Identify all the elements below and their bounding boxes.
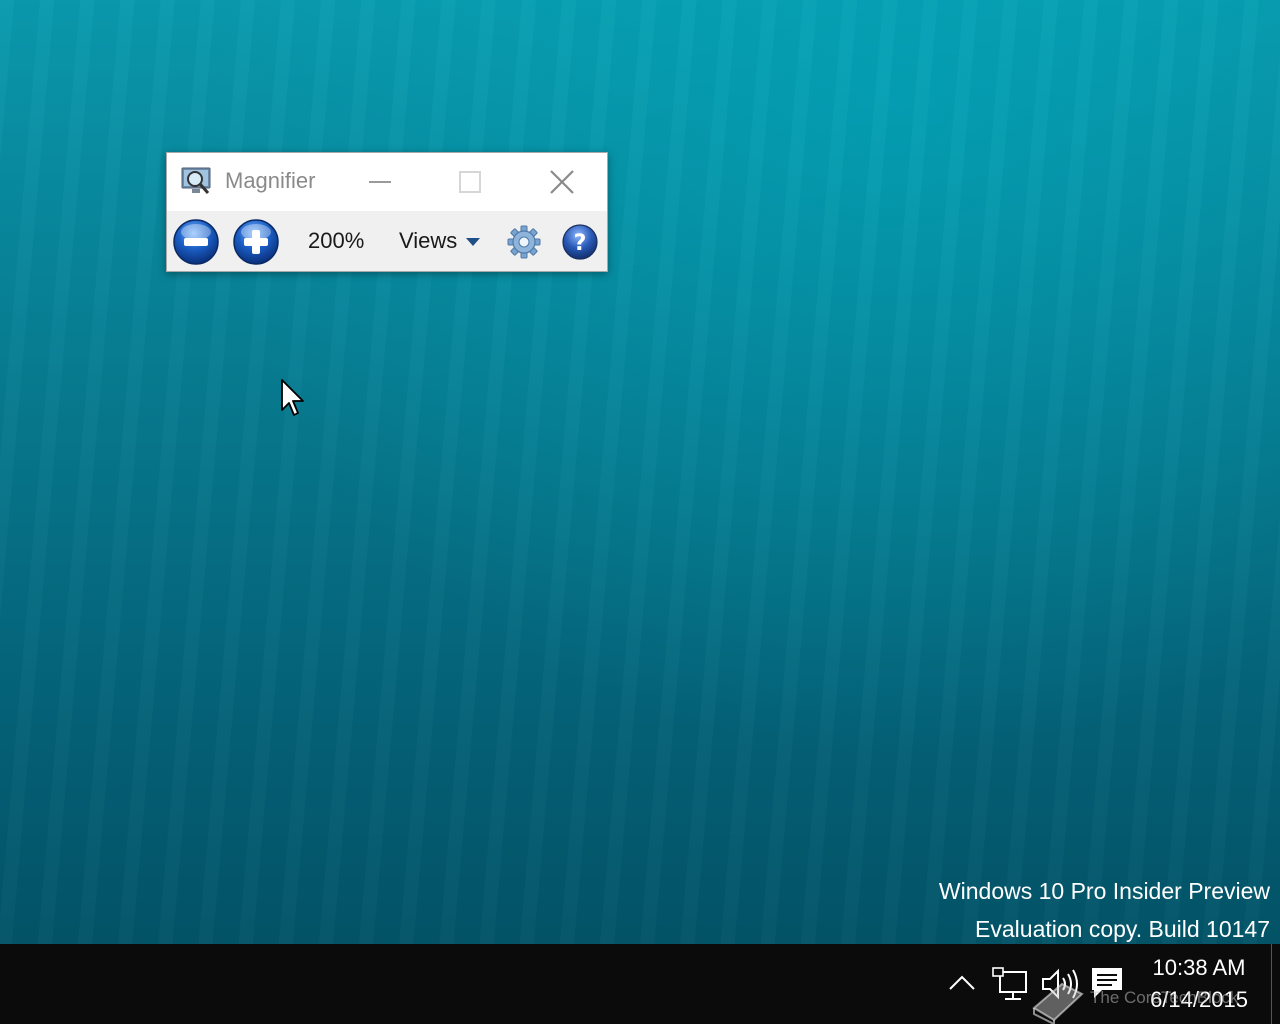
- show-desktop-button[interactable]: [1271, 944, 1280, 1024]
- volume-icon[interactable]: [1040, 966, 1080, 1002]
- clock-time: 10:38 AM: [1152, 955, 1246, 980]
- zoom-in-button[interactable]: [232, 218, 280, 266]
- action-center-icon[interactable]: [1090, 966, 1124, 1000]
- views-dropdown-button[interactable]: Views: [393, 221, 487, 261]
- window-title: Magnifier: [225, 168, 316, 193]
- views-label: Views: [399, 228, 458, 253]
- watermark-line-2: Evaluation copy. Build 10147: [975, 916, 1270, 942]
- watermark-line-1: Windows 10 Pro Insider Preview: [938, 878, 1270, 904]
- taskbar-clock[interactable]: 10:38 AM 6/14/2015: [1134, 952, 1264, 1016]
- desktop: Magnifier 200% Views ? Windows 10 Pro In…: [0, 0, 1280, 944]
- minimize-icon: [369, 181, 391, 183]
- caret-down-icon: [466, 238, 481, 246]
- chevron-up-icon[interactable]: [948, 972, 976, 992]
- clock-date: 6/14/2015: [1150, 987, 1248, 1012]
- zoom-out-icon: [184, 238, 208, 246]
- magnifier-toolbar: 200% Views ?: [167, 211, 607, 271]
- network-icon[interactable]: [992, 966, 1028, 1002]
- title-bar[interactable]: Magnifier: [167, 153, 607, 211]
- build-watermark: Windows 10 Pro Insider Preview Evaluatio…: [939, 872, 1270, 944]
- zoom-level-label: 200%: [308, 228, 365, 253]
- magnifier-app-icon: [181, 167, 211, 194]
- maximize-button[interactable]: [425, 153, 515, 211]
- zoom-out-button[interactable]: [172, 218, 220, 266]
- close-icon: [550, 170, 574, 194]
- magnifier-window[interactable]: Magnifier 200% Views ?: [166, 152, 608, 272]
- taskbar: 10:38 AM 6/14/2015: [0, 944, 1280, 1024]
- minimize-button[interactable]: [335, 153, 425, 211]
- mouse-cursor-icon: [281, 379, 304, 416]
- help-icon[interactable]: ?: [561, 223, 599, 261]
- gear-icon[interactable]: [505, 223, 543, 261]
- maximize-icon: [459, 171, 481, 193]
- svg-text:?: ?: [574, 231, 587, 256]
- close-button[interactable]: [517, 153, 607, 211]
